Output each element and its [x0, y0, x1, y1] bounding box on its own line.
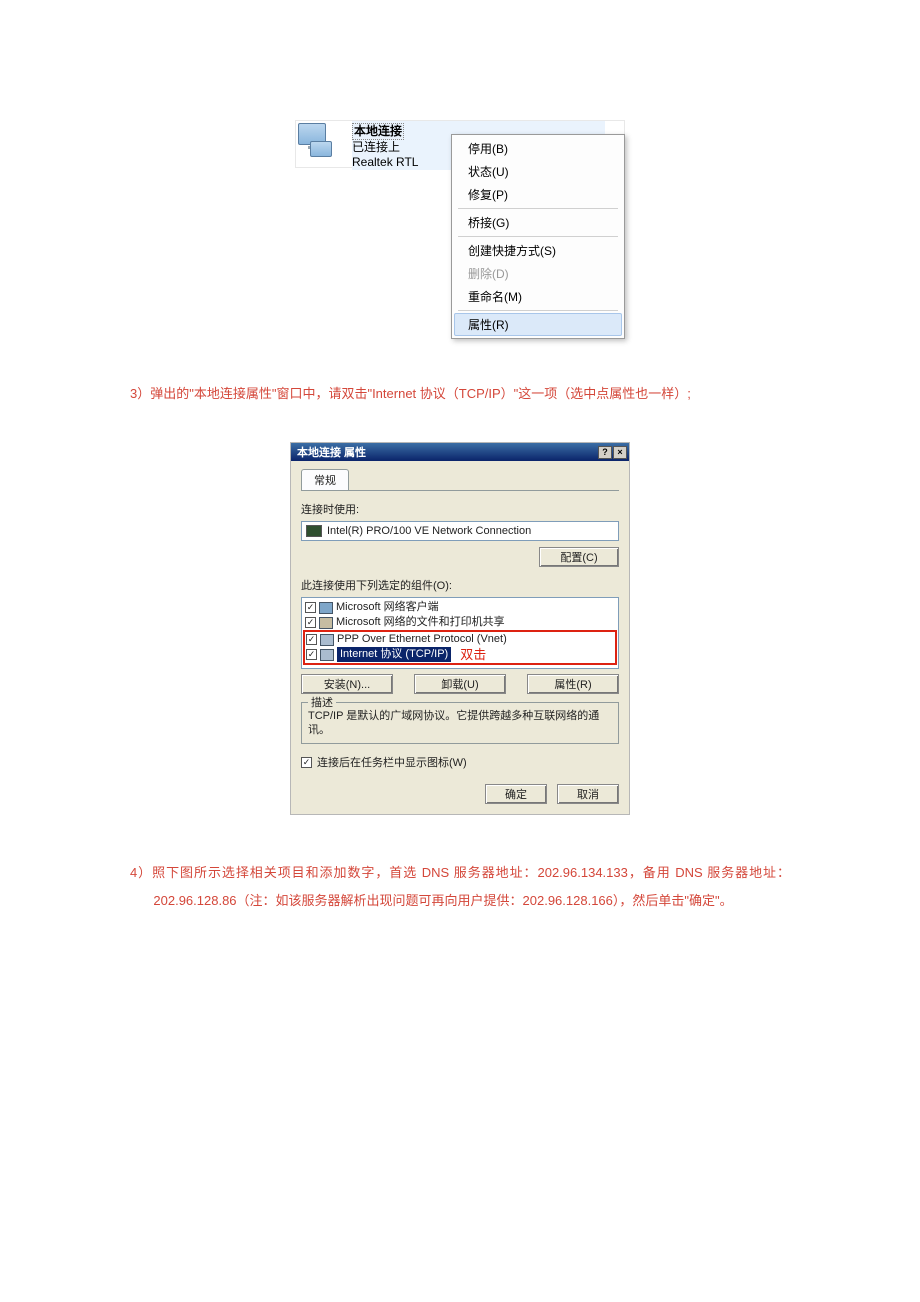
- ctx-status[interactable]: 状态(U): [454, 160, 622, 183]
- show-tray-label: 连接后在任务栏中显示图标(W): [317, 754, 467, 770]
- checkbox-icon[interactable]: ✓: [306, 634, 317, 645]
- dialog-title: 本地连接 属性: [297, 444, 366, 460]
- show-tray-option[interactable]: ✓ 连接后在任务栏中显示图标(W): [301, 754, 619, 770]
- component-item-fileshare[interactable]: ✓ Microsoft 网络的文件和打印机共享: [305, 615, 615, 630]
- connection-status: 已连接上: [352, 140, 400, 154]
- ctx-disable[interactable]: 停用(B): [454, 137, 622, 160]
- ctx-separator: [458, 208, 618, 209]
- adapter-name: Intel(R) PRO/100 VE Network Connection: [327, 525, 531, 537]
- close-button[interactable]: ×: [613, 446, 627, 459]
- configure-button[interactable]: 配置(C): [539, 547, 619, 567]
- ctx-properties[interactable]: 属性(R): [454, 313, 622, 336]
- ctx-shortcut[interactable]: 创建快捷方式(S): [454, 239, 622, 262]
- checkbox-icon[interactable]: ✓: [305, 617, 316, 628]
- network-connection-icon: [298, 123, 346, 163]
- ctx-separator: [458, 236, 618, 237]
- context-menu: 停用(B) 状态(U) 修复(P) 桥接(G) 创建快捷方式(S) 删除(D) …: [451, 134, 625, 339]
- component-label: PPP Over Ethernet Protocol (Vnet): [337, 632, 507, 647]
- ctx-rename[interactable]: 重命名(M): [454, 285, 622, 308]
- instruction-step-4: 4）照下图所示选择相关项目和添加数字，首选 DNS 服务器地址：202.96.1…: [130, 859, 790, 915]
- dialog-titlebar: 本地连接 属性 ? ×: [291, 443, 629, 461]
- description-body: TCP/IP 是默认的广域网协议。它提供跨越多种互联网络的通讯。: [308, 710, 599, 736]
- component-label: Microsoft 网络的文件和打印机共享: [336, 615, 505, 630]
- instruction-step-3: 3）弹出的"本地连接属性"窗口中，请双击"Internet 协议（TCP/IP）…: [130, 380, 790, 408]
- connect-using-label: 连接时使用:: [301, 501, 619, 517]
- nic-icon: [306, 525, 322, 537]
- checkbox-icon[interactable]: ✓: [305, 602, 316, 613]
- tab-general[interactable]: 常规: [301, 469, 349, 490]
- connection-title: 本地连接: [352, 123, 404, 140]
- component-label-selected: Internet 协议 (TCP/IP): [337, 647, 451, 662]
- client-icon: [319, 602, 333, 614]
- protocol-icon: [320, 649, 334, 661]
- checkbox-icon[interactable]: ✓: [306, 649, 317, 660]
- local-connection-properties-dialog: 本地连接 属性 ? × 常规 连接时使用: Intel(R) PRO/100 V…: [290, 442, 630, 815]
- ctx-bridge[interactable]: 桥接(G): [454, 211, 622, 234]
- components-list[interactable]: ✓ Microsoft 网络客户端 ✓ Microsoft 网络的文件和打印机共…: [301, 597, 619, 669]
- highlight-box: ✓ PPP Over Ethernet Protocol (Vnet) ✓ In…: [303, 630, 617, 665]
- ctx-separator: [458, 310, 618, 311]
- cancel-button[interactable]: 取消: [557, 784, 619, 804]
- properties-button[interactable]: 属性(R): [527, 674, 619, 694]
- ok-button[interactable]: 确定: [485, 784, 547, 804]
- connection-adapter: Realtek RTL: [352, 155, 418, 169]
- description-group: 描述 TCP/IP 是默认的广域网协议。它提供跨越多种互联网络的通讯。: [301, 702, 619, 744]
- ctx-delete[interactable]: 删除(D): [454, 262, 622, 285]
- service-icon: [319, 617, 333, 629]
- checkbox-icon[interactable]: ✓: [301, 757, 312, 768]
- install-button[interactable]: 安装(N)...: [301, 674, 393, 694]
- components-label: 此连接使用下列选定的组件(O):: [301, 577, 619, 593]
- adapter-field: Intel(R) PRO/100 VE Network Connection: [301, 521, 619, 541]
- uninstall-button[interactable]: 卸载(U): [414, 674, 506, 694]
- context-menu-figure: 本地连接 已连接上 Realtek RTL b... 停用(B) 状态(U) 修…: [295, 120, 625, 340]
- ctx-repair[interactable]: 修复(P): [454, 183, 622, 206]
- help-button[interactable]: ?: [598, 446, 612, 459]
- double-click-annotation: 双击: [460, 647, 486, 662]
- description-title: 描述: [308, 696, 336, 710]
- component-item-pppoe[interactable]: ✓ PPP Over Ethernet Protocol (Vnet): [306, 632, 614, 647]
- component-label: Microsoft 网络客户端: [336, 600, 439, 615]
- component-item-tcpip[interactable]: ✓ Internet 协议 (TCP/IP) 双击: [306, 647, 614, 662]
- component-item-client[interactable]: ✓ Microsoft 网络客户端: [305, 600, 615, 615]
- protocol-icon: [320, 634, 334, 646]
- tab-row: 常规: [301, 469, 619, 491]
